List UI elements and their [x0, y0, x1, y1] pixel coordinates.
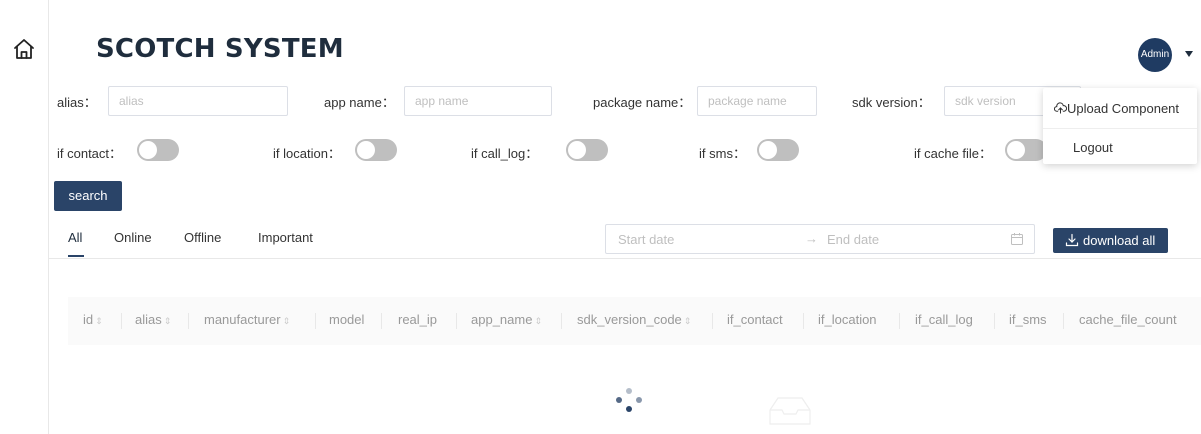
avatar[interactable]: Admin — [1138, 38, 1172, 72]
start-date-input[interactable]: Start date — [618, 232, 674, 247]
loading-spinner-icon — [616, 388, 642, 414]
sort-icon[interactable]: ⇕ — [684, 316, 692, 326]
if-sms-toggle[interactable] — [757, 139, 799, 161]
sort-icon[interactable]: ⇕ — [95, 316, 103, 326]
download-all-button[interactable]: download all — [1053, 228, 1168, 253]
column-divider — [315, 313, 316, 329]
app-name-label: app name： — [324, 95, 395, 110]
toggle-knob — [568, 141, 586, 159]
if-cache-file-toggle[interactable] — [1005, 139, 1047, 161]
search-button[interactable]: search — [54, 181, 122, 211]
tab-online[interactable]: Online — [114, 230, 152, 245]
caret-down-icon[interactable] — [1185, 51, 1193, 57]
toggle-knob — [759, 141, 777, 159]
column-divider — [561, 313, 562, 329]
cloud-upload-icon — [1054, 102, 1067, 114]
column-header-alias[interactable]: alias ⇕ — [135, 312, 171, 327]
sort-icon[interactable]: ⇕ — [164, 316, 172, 326]
sort-icon[interactable]: ⇕ — [534, 316, 542, 326]
column-header-if-location[interactable]: if_location — [818, 312, 877, 327]
tab-important[interactable]: Important — [258, 230, 313, 245]
if-cache-file-label: if cache file： — [914, 146, 993, 161]
calendar-icon — [1011, 233, 1023, 245]
column-header-if-contact[interactable]: if_contact — [727, 312, 783, 327]
arrow-right-icon: → — [805, 231, 818, 246]
column-header-sdk-version-code[interactable]: sdk_version_code ⇕ — [577, 312, 691, 327]
column-divider — [121, 313, 122, 329]
app-title: SCOTCH SYSTEM — [96, 34, 344, 64]
column-header-if-sms[interactable]: if_sms — [1009, 312, 1047, 327]
menu-item-upload-component[interactable]: Upload Component — [1043, 90, 1197, 126]
column-divider — [456, 313, 457, 329]
column-divider — [712, 313, 713, 329]
column-header-id[interactable]: id ⇕ — [83, 312, 103, 327]
if-sms-label: if sms： — [699, 146, 746, 161]
end-date-input[interactable]: End date — [827, 232, 879, 247]
if-location-label: if location： — [273, 146, 341, 161]
date-range-picker[interactable]: Start date → End date — [605, 224, 1035, 254]
sort-icon[interactable]: ⇕ — [283, 316, 291, 326]
sdk-version-label: sdk version： — [852, 95, 931, 110]
if-call-log-toggle[interactable] — [566, 139, 608, 161]
column-divider — [899, 313, 900, 329]
column-divider — [994, 313, 995, 329]
package-name-input[interactable] — [697, 86, 817, 116]
if-call-log-label: if call_log： — [471, 146, 539, 161]
column-divider — [1063, 313, 1064, 329]
menu-item-logout[interactable]: Logout — [1043, 129, 1197, 165]
user-dropdown-menu: Upload Component Logout — [1043, 88, 1197, 164]
if-contact-toggle[interactable] — [137, 139, 179, 161]
if-contact-label: if contact： — [57, 146, 123, 161]
empty-inbox-icon — [769, 397, 811, 425]
alias-label: alias： — [57, 95, 97, 110]
sidebar — [0, 0, 49, 434]
logout-label: Logout — [1073, 140, 1113, 155]
upload-component-label: Upload Component — [1067, 101, 1180, 116]
download-all-label: download all — [1083, 233, 1156, 248]
column-header-real-ip[interactable]: real_ip — [398, 312, 437, 327]
table-header: id ⇕ alias ⇕ manufacturer ⇕ model real_ip a… — [68, 297, 1201, 345]
if-location-toggle[interactable] — [355, 139, 397, 161]
download-icon — [1065, 233, 1079, 247]
active-tab-indicator — [68, 255, 84, 257]
toggle-knob — [139, 141, 157, 159]
column-header-cache-file-count[interactable]: cache_file_count — [1079, 312, 1177, 327]
tab-offline[interactable]: Offline — [184, 230, 221, 245]
home-icon[interactable] — [12, 37, 36, 61]
column-header-model[interactable]: model — [329, 312, 364, 327]
column-header-app-name[interactable]: app_name ⇕ — [471, 312, 542, 327]
column-divider — [803, 313, 804, 329]
tab-all[interactable]: All — [68, 230, 82, 245]
column-header-manufacturer[interactable]: manufacturer ⇕ — [204, 312, 290, 327]
app-name-input[interactable] — [404, 86, 552, 116]
column-divider — [188, 313, 189, 329]
alias-input[interactable] — [108, 86, 288, 116]
toggle-knob — [1007, 141, 1025, 159]
column-header-if-call-log[interactable]: if_call_log — [915, 312, 973, 327]
toggle-knob — [357, 141, 375, 159]
package-name-label: package name： — [593, 95, 692, 110]
column-divider — [381, 313, 382, 329]
